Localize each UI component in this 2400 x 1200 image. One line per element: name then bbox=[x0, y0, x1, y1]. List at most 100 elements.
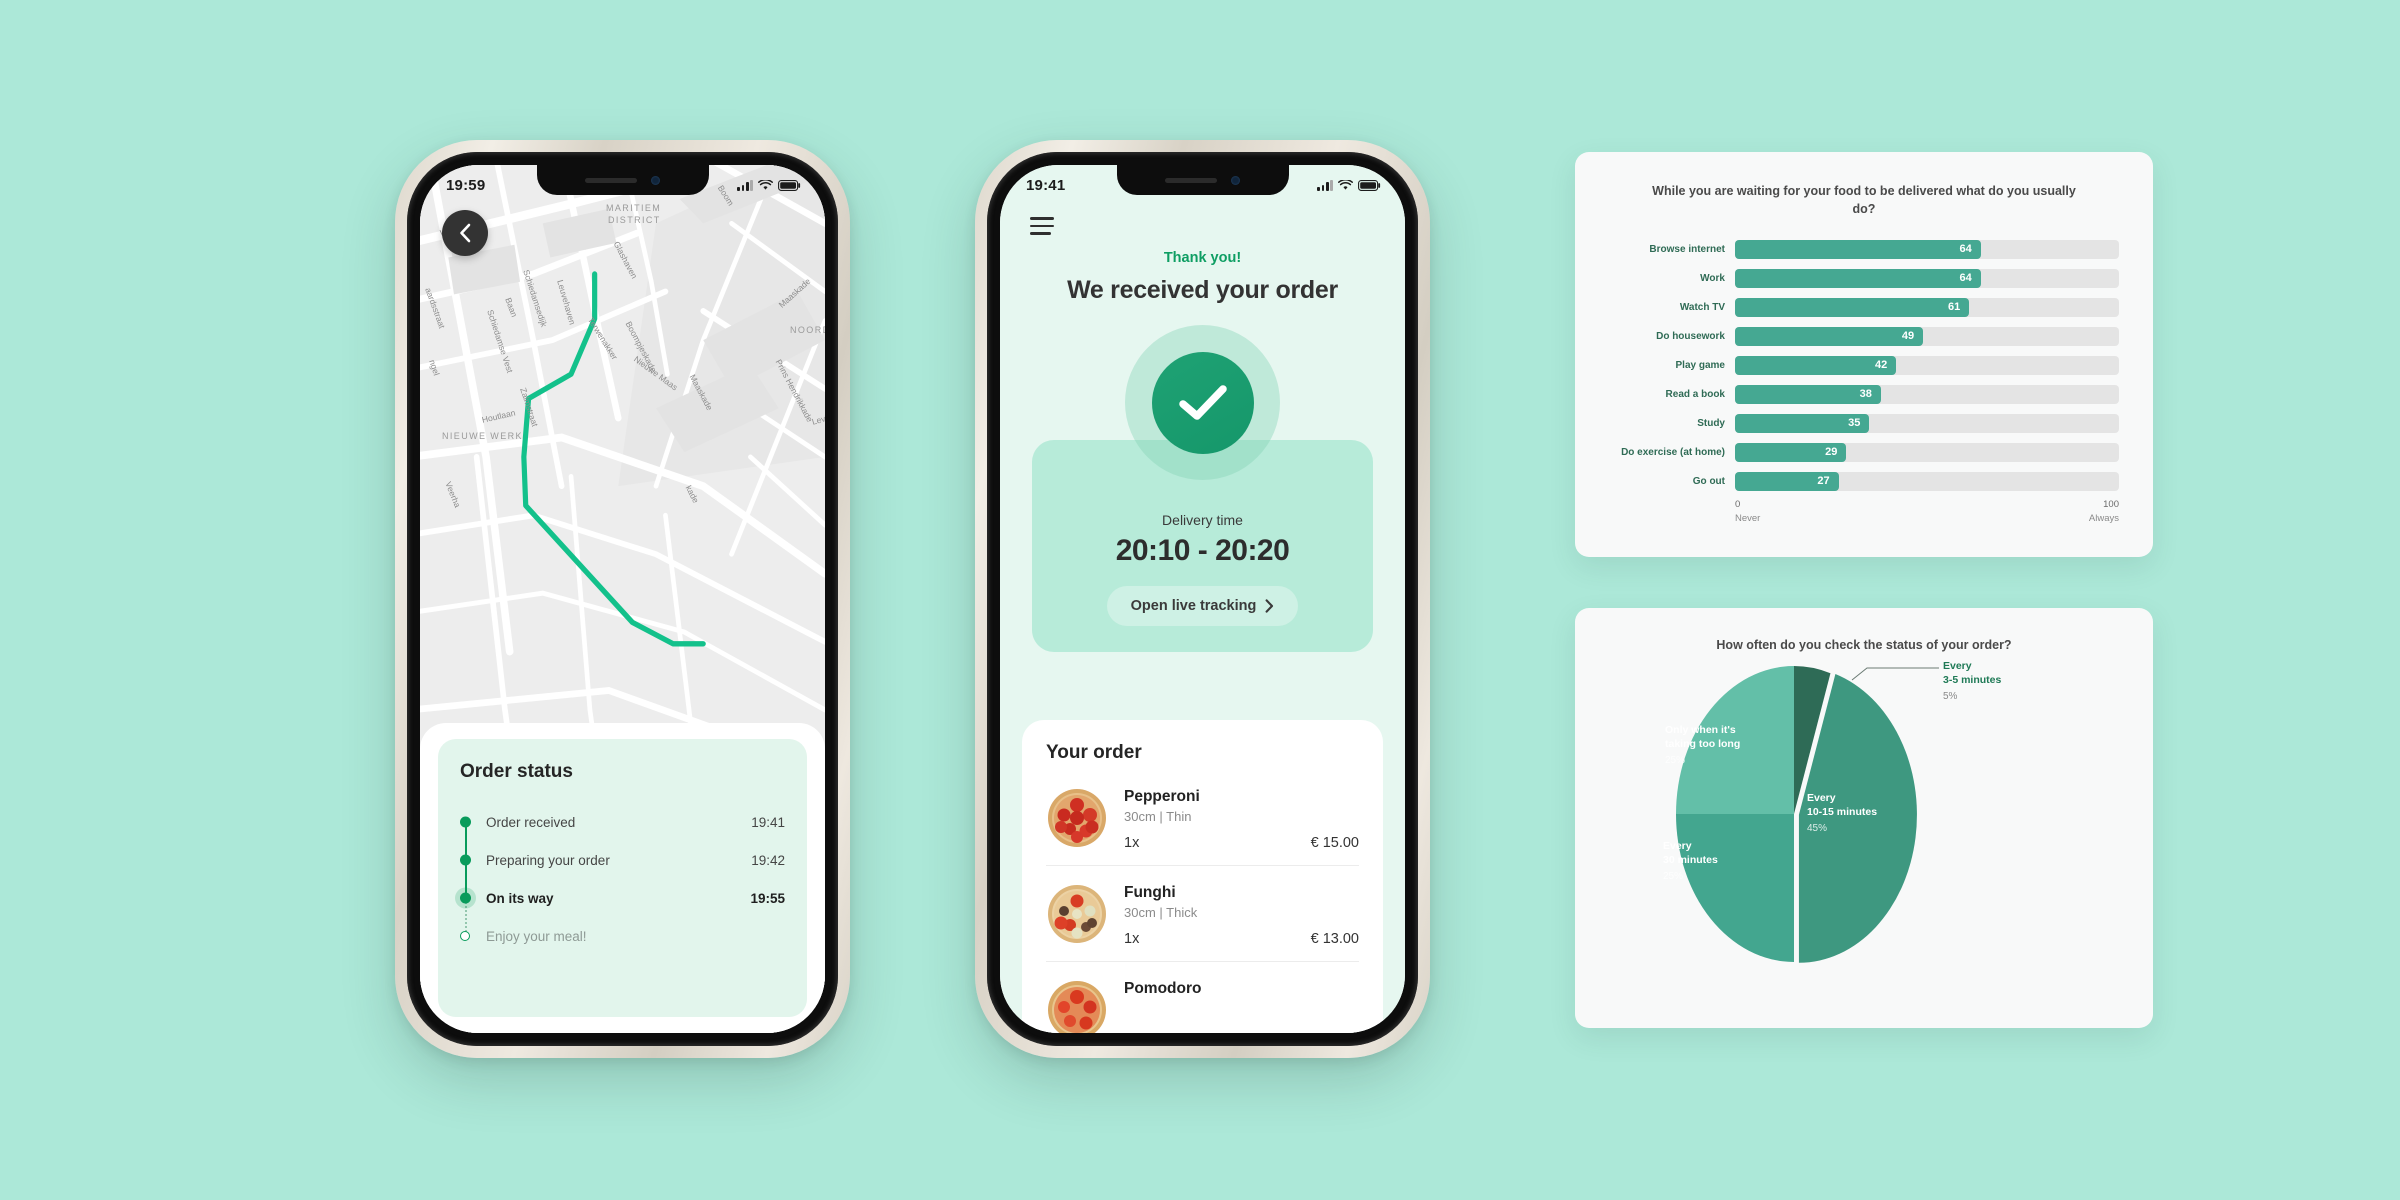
checkmark-icon bbox=[1178, 384, 1227, 420]
bar-chart-row: Study 35 bbox=[1609, 410, 2119, 436]
earpiece-speaker bbox=[1165, 177, 1217, 183]
pizza-pomodoro-image bbox=[1046, 979, 1108, 1033]
bar-value-label: 35 bbox=[1848, 417, 1861, 430]
bar-category-label: Play game bbox=[1675, 359, 1725, 371]
bar-category-label: Browse internet bbox=[1649, 243, 1725, 255]
bar-chart-row: Do exercise (at home) 29 bbox=[1609, 439, 2119, 465]
thank-you-eyebrow: Thank you! bbox=[1163, 250, 1242, 266]
axis-min-label: Never bbox=[1735, 512, 1761, 524]
hamburger-menu-icon[interactable] bbox=[1030, 217, 1054, 235]
axis-max-label: Always bbox=[2088, 512, 2119, 524]
timeline-dot bbox=[460, 816, 471, 828]
signal-bars-icon bbox=[737, 179, 753, 191]
bar-chart-title: While you are waiting for your food to b… bbox=[1652, 184, 2076, 217]
bar-chart-rows: Browse internet 64 Work 64 Watch TV 61 Do hous… bbox=[1609, 236, 2119, 494]
pie-label-line1: Only when it's bbox=[1665, 724, 1736, 737]
bar-category-label: Study bbox=[1697, 417, 1725, 429]
pie-slice-label: Every 30 minutes 25% bbox=[1663, 840, 1718, 883]
bar-value-label: 64 bbox=[1959, 243, 1972, 256]
phone-right-order-confirmation: Thank you! We received your order Delive… bbox=[975, 140, 1430, 1058]
bar-chart-row: Watch TV 61 bbox=[1609, 294, 2119, 320]
pie-label-line2: taking too long bbox=[1665, 737, 1741, 750]
pie-label-line2: 30 minutes bbox=[1663, 853, 1718, 866]
bar-fill: 49 bbox=[1735, 326, 1924, 346]
battery-icon bbox=[778, 179, 801, 191]
back-button[interactable] bbox=[442, 210, 488, 256]
pizza-funghi-image bbox=[1046, 883, 1108, 945]
bar-track: 49 bbox=[1735, 326, 2119, 346]
pie-chart-title: How often do you check the status of you… bbox=[1716, 638, 2012, 652]
bar-category-label: Do housework bbox=[1656, 330, 1725, 342]
order-status-timeline: Order received 19:41 Preparing your order 1… bbox=[460, 803, 785, 955]
pie-slice-label: Every 3-5 minutes 5% bbox=[1943, 660, 2001, 703]
your-order-card: Your order Pepperoni 30cm | Thin 1x € 15.00… bbox=[1022, 720, 1383, 1033]
your-order-title: Your order bbox=[1046, 742, 1142, 763]
bar-track: 29 bbox=[1735, 442, 2119, 462]
delivery-time-value: 20:10 - 20:20 bbox=[1115, 534, 1290, 567]
axis-max: 100 Always bbox=[2089, 498, 2119, 525]
bar-track: 61 bbox=[1735, 297, 2119, 317]
wifi-icon bbox=[758, 179, 773, 190]
pie-chart-stage: Every 3-5 minutes 5% Every 10-15 minutes 45% E… bbox=[1609, 660, 2119, 972]
pie-leader-line bbox=[1851, 667, 1939, 681]
order-status-step: On its way 19:55 bbox=[460, 879, 785, 936]
bar-track: 27 bbox=[1735, 471, 2119, 491]
bar-fill: 29 bbox=[1735, 442, 1847, 462]
timeline-dot bbox=[460, 931, 470, 941]
bar-chart-row: Browse internet 64 bbox=[1609, 236, 2119, 262]
pie-chart-panel: How often do you check the status of you… bbox=[1575, 608, 2153, 1028]
timeline-step-time: 19:55 bbox=[750, 890, 785, 906]
bar-value-label: 38 bbox=[1859, 388, 1872, 401]
order-item-name: Pepperoni bbox=[1124, 788, 1200, 805]
pie-label-percent: 5% bbox=[1943, 691, 1958, 703]
notch bbox=[1116, 165, 1289, 195]
order-item-qty: 1x bbox=[1124, 931, 1140, 947]
timeline-step-label: Preparing your order bbox=[486, 852, 610, 868]
bar-value-label: 27 bbox=[1817, 475, 1830, 488]
order-item-body: Pepperoni 30cm | Thin 1x € 15.00 bbox=[1124, 787, 1359, 851]
pizza-illustration bbox=[1048, 981, 1106, 1033]
order-item-name: Pomodoro bbox=[1124, 980, 1202, 997]
bar-value-label: 29 bbox=[1825, 446, 1838, 459]
battery-icon bbox=[1358, 179, 1381, 191]
bar-chart-row: Work 64 bbox=[1609, 265, 2119, 291]
front-camera bbox=[1231, 175, 1240, 185]
bar-track: 42 bbox=[1735, 355, 2119, 375]
chevron-right-icon bbox=[1265, 599, 1274, 613]
timeline-step-time: 19:41 bbox=[751, 814, 785, 830]
wifi-icon bbox=[1338, 179, 1353, 190]
timeline-dot bbox=[460, 892, 471, 904]
bar-track: 35 bbox=[1735, 413, 2119, 433]
open-live-tracking-button[interactable]: Open live tracking bbox=[1106, 586, 1299, 626]
axis-max-value: 100 bbox=[2103, 499, 2119, 511]
earpiece-speaker bbox=[585, 177, 637, 183]
bar-category-label: Work bbox=[1700, 272, 1725, 284]
bar-category-label: Watch TV bbox=[1679, 301, 1725, 313]
order-item-footer: 1x € 15.00 bbox=[1124, 835, 1359, 851]
pie-label-line2: 3-5 minutes bbox=[1943, 673, 2002, 686]
order-item: Funghi 30cm | Thick 1x € 13.00 bbox=[1046, 866, 1359, 962]
bar-chart-row: Go out 27 bbox=[1609, 468, 2119, 494]
pie-slice-label: Every 10-15 minutes 45% bbox=[1807, 792, 1877, 835]
order-item-body: Pomodoro bbox=[1124, 979, 1359, 1033]
order-status-step: Preparing your order 19:42 bbox=[460, 841, 785, 898]
timeline-step-label: On its way bbox=[486, 890, 554, 906]
bar-value-label: 42 bbox=[1875, 359, 1888, 372]
confirmation-headline: We received your order bbox=[1067, 276, 1338, 304]
bar-track: 64 bbox=[1735, 268, 2119, 288]
pie-label-line1: Every bbox=[1943, 660, 1972, 673]
bar-chart-panel: While you are waiting for your food to b… bbox=[1575, 152, 2153, 557]
order-item-spec: 30cm | Thick bbox=[1124, 905, 1198, 920]
bar-fill: 42 bbox=[1735, 355, 1897, 375]
bar-track: 64 bbox=[1735, 239, 2119, 259]
bar-chart-axis: 0 Never 100 Always bbox=[1609, 498, 2119, 525]
front-camera bbox=[651, 175, 660, 185]
status-bar-time: 19:59 bbox=[446, 176, 486, 194]
delivery-time-label: Delivery time bbox=[1162, 512, 1243, 528]
pizza-illustration bbox=[1048, 789, 1106, 847]
bar-value-label: 64 bbox=[1959, 272, 1972, 285]
pie-slice[interactable] bbox=[1676, 814, 1794, 963]
order-status-step: Enjoy your meal! bbox=[460, 917, 785, 955]
bar-fill: 64 bbox=[1735, 239, 1981, 259]
order-item-qty: 1x bbox=[1124, 835, 1140, 851]
